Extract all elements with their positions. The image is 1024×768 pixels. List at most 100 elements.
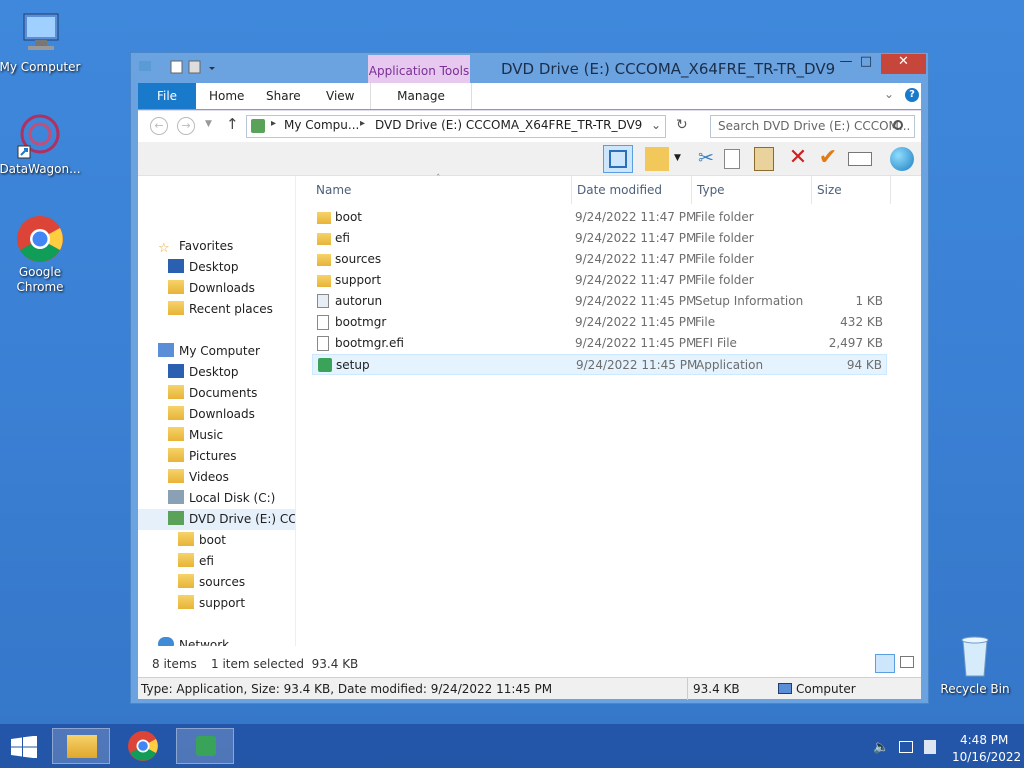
file-icon: [317, 315, 329, 330]
desktop-icon-label: My Computer: [0, 60, 81, 74]
recent-locations-chevron-icon[interactable]: ▼: [205, 119, 212, 129]
ribbon-tabs: File Home Share View Manage ⌄ ?: [138, 83, 921, 109]
tab-file[interactable]: File: [138, 83, 196, 109]
nav-dvd-folder[interactable]: sources: [178, 572, 245, 593]
file-row[interactable]: bootmgr.efi 9/24/2022 11:45 PM EFI File 2,4…: [312, 333, 887, 354]
large-icons-view-icon[interactable]: [900, 656, 914, 668]
breadcrumb-dvd-drive[interactable]: DVD Drive (E:) CCCOMA_X64FRE_TR-TR_DV9: [375, 118, 642, 132]
file-row[interactable]: boot 9/24/2022 11:47 PM File folder: [312, 207, 887, 228]
delete-icon[interactable]: ✕: [786, 147, 810, 171]
desktop-icon-label: Google Chrome: [16, 265, 64, 294]
nav-my-computer[interactable]: My Computer: [158, 341, 260, 362]
nav-computer-item[interactable]: Local Disk (C:): [168, 488, 275, 509]
paste-icon[interactable]: [754, 147, 774, 171]
column-header-date[interactable]: Date modified: [577, 176, 692, 204]
preview-pane-icon[interactable]: [603, 145, 633, 173]
item-count: 8 items: [152, 657, 197, 671]
cut-icon[interactable]: ✂: [694, 147, 718, 171]
taskbar-chrome[interactable]: [114, 728, 172, 764]
address-dropdown-icon[interactable]: ⌄: [651, 118, 661, 132]
setup-app-icon: [318, 358, 332, 372]
file-row[interactable]: bootmgr 9/24/2022 11:45 PM File 432 KB: [312, 312, 887, 333]
nav-fav-desktop[interactable]: Desktop: [168, 257, 239, 278]
expand-ribbon-icon[interactable]: ⌄: [884, 87, 894, 101]
volume-muted-icon[interactable]: 🔈: [873, 740, 889, 755]
column-header-size[interactable]: Size: [817, 176, 891, 204]
nav-computer-item[interactable]: Desktop: [168, 362, 239, 383]
taskbar-file-explorer[interactable]: [52, 728, 110, 764]
nav-computer-item[interactable]: Downloads: [168, 404, 255, 425]
file-type: Setup Information: [695, 294, 804, 308]
file-row[interactable]: support 9/24/2022 11:47 PM File folder: [312, 270, 887, 291]
nav-fav-downloads[interactable]: Downloads: [168, 278, 255, 299]
datawagon-icon: [16, 112, 64, 160]
column-header-type[interactable]: Type: [697, 176, 812, 204]
refresh-icon[interactable]: ↻: [676, 117, 688, 133]
nav-computer-item[interactable]: Music: [168, 425, 223, 446]
file-date: 9/24/2022 11:47 PM: [575, 273, 697, 287]
nav-computer-item[interactable]: DVD Drive (E:) CCCC: [138, 509, 296, 530]
file-name: support: [335, 273, 382, 287]
column-header-name[interactable]: Name: [316, 176, 572, 204]
start-button[interactable]: [11, 735, 37, 759]
help-icon[interactable]: ?: [905, 88, 919, 102]
nav-computer-item[interactable]: Pictures: [168, 446, 237, 467]
file-row[interactable]: sources 9/24/2022 11:47 PM File folder: [312, 249, 887, 270]
nav-computer-item[interactable]: Videos: [168, 467, 229, 488]
tab-manage[interactable]: Manage: [370, 83, 472, 109]
file-size: 1 KB: [855, 294, 883, 308]
nav-dvd-folder[interactable]: support: [178, 593, 245, 614]
rename-icon[interactable]: [848, 152, 872, 166]
navigation-pane: ☆ Favorites Desktop Downloads Recent places M…: [138, 176, 296, 646]
properties-icon[interactable]: [645, 147, 669, 171]
breadcrumb-my-computer[interactable]: My Compu...: [284, 118, 359, 132]
file-date: 9/24/2022 11:47 PM: [575, 252, 697, 266]
back-button[interactable]: ←: [150, 117, 168, 135]
nav-computer-item[interactable]: Documents: [168, 383, 257, 404]
tab-home[interactable]: Home: [209, 83, 244, 109]
desktop-icon-datawagon[interactable]: DataWagon...: [0, 112, 81, 177]
nav-dvd-folder[interactable]: boot: [178, 530, 226, 551]
nav-dvd-folder[interactable]: efi: [178, 551, 214, 572]
desktop-icon-my-computer[interactable]: My Computer: [0, 10, 81, 75]
action-center-icon[interactable]: [924, 740, 936, 754]
maximize-button[interactable]: □: [851, 54, 881, 74]
file-row[interactable]: setup 9/24/2022 11:45 PM Application 94 KB: [312, 354, 887, 375]
properties-dropdown-icon[interactable]: ▼: [674, 153, 681, 163]
tab-share[interactable]: Share: [266, 83, 301, 109]
nav-fav-recent[interactable]: Recent places: [168, 299, 273, 320]
file-icon: [317, 336, 329, 351]
forward-button[interactable]: →: [177, 117, 195, 135]
nav-label: support: [199, 596, 246, 610]
search-input[interactable]: Search DVD Drive (E:) CCCOM...: [710, 115, 915, 138]
file-type: File folder: [695, 252, 754, 266]
desktop-icon-recycle-bin[interactable]: Recycle Bin: [934, 632, 1016, 697]
folder-icon: [178, 574, 194, 588]
network-icon[interactable]: [899, 741, 913, 753]
folder-icon: [178, 532, 194, 546]
nav-network[interactable]: Network: [158, 635, 229, 646]
details-view-icon[interactable]: [875, 654, 895, 673]
taskbar: 🔈 4:48 PM 10/16/2022: [0, 724, 1024, 768]
check-icon[interactable]: ✔: [816, 147, 840, 171]
address-bar[interactable]: ▸ My Compu... ▸ DVD Drive (E:) CCCOMA_X6…: [246, 115, 666, 138]
taskbar-setup[interactable]: [176, 728, 234, 764]
clock-date[interactable]: 10/16/2022: [952, 750, 1021, 764]
videos-icon: [168, 469, 184, 483]
file-row[interactable]: efi 9/24/2022 11:47 PM File folder: [312, 228, 887, 249]
file-row[interactable]: autorun 9/24/2022 11:45 PM Setup Informati…: [312, 291, 887, 312]
folder-icon: [317, 212, 331, 224]
file-name: efi: [335, 231, 350, 245]
clock-time[interactable]: 4:48 PM: [960, 733, 1008, 747]
nav-favorites[interactable]: ☆ Favorites: [158, 236, 233, 257]
desktop-icon-chrome[interactable]: Google Chrome: [0, 215, 81, 295]
up-button[interactable]: ↑: [226, 115, 239, 133]
file-name: setup: [336, 358, 370, 372]
globe-icon[interactable]: [890, 147, 914, 171]
search-icon[interactable]: [893, 120, 903, 130]
close-button[interactable]: ✕: [881, 54, 926, 74]
copy-icon[interactable]: [724, 149, 740, 169]
tab-view[interactable]: View: [326, 83, 354, 109]
title-bar[interactable]: Application Tools DVD Drive (E:) CCCOMA_…: [131, 53, 928, 83]
nav-label: DVD Drive (E:) CCCC: [189, 512, 296, 526]
